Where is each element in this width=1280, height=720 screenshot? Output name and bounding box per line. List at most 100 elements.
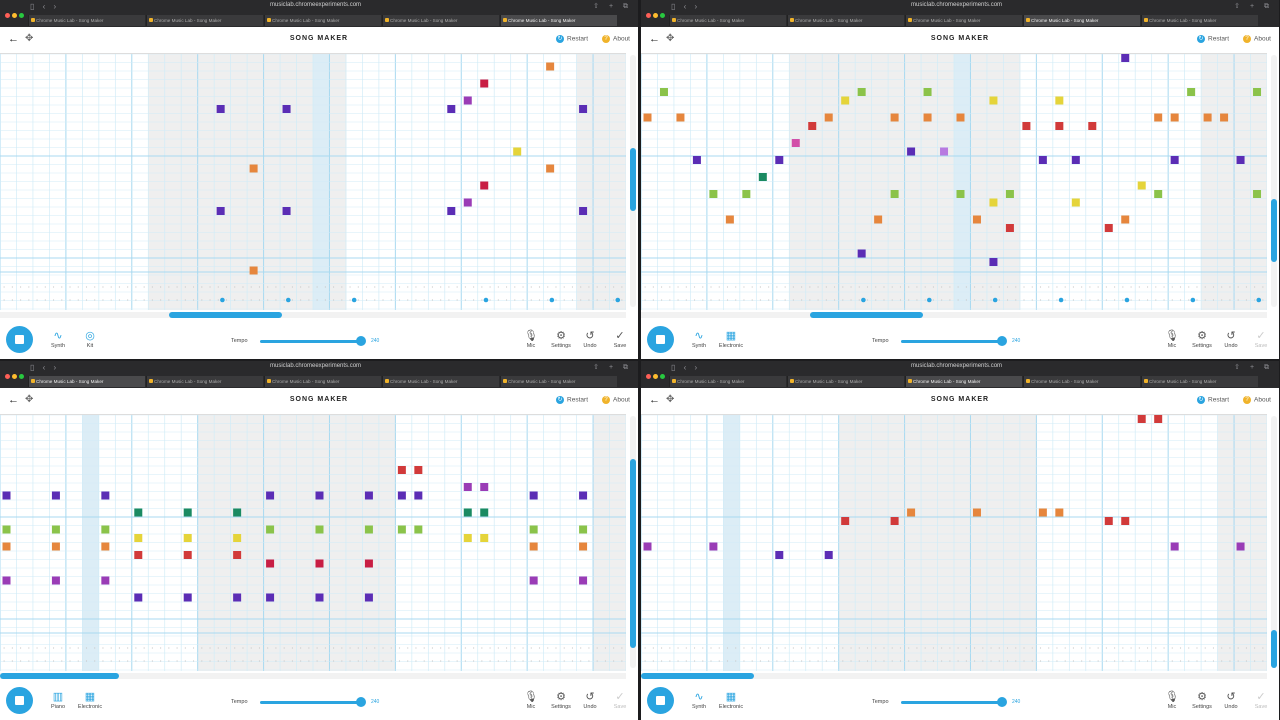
percussion-slot[interactable] (644, 660, 646, 662)
percussion-slot[interactable] (258, 647, 261, 649)
percussion-slot[interactable] (52, 299, 55, 301)
percussion-slot[interactable] (275, 647, 277, 649)
percussion-slot[interactable] (415, 647, 417, 649)
percussion-slot[interactable] (1171, 299, 1173, 301)
percussion-slot[interactable] (759, 299, 762, 301)
percussion-slot[interactable] (11, 286, 13, 288)
percussion-slot[interactable] (192, 660, 195, 662)
percussion-slot[interactable] (423, 299, 425, 301)
note-cell[interactable] (364, 491, 373, 500)
percussion-slot[interactable] (36, 660, 38, 662)
percussion-slot[interactable] (891, 299, 893, 301)
note-cell[interactable] (923, 113, 932, 122)
percussion-slot[interactable] (652, 286, 654, 288)
note-cell[interactable] (579, 525, 588, 534)
percussion-slot[interactable] (1212, 286, 1215, 288)
percussion-slot[interactable] (3, 660, 5, 662)
percussion-slot[interactable] (11, 647, 13, 649)
note-cell[interactable] (233, 534, 242, 542)
note-grid[interactable] (641, 414, 1267, 671)
percussion-slot[interactable] (77, 647, 79, 649)
percussion-slot[interactable] (1015, 660, 1017, 662)
percussion-slot[interactable] (1155, 286, 1157, 288)
percussion-slot[interactable] (332, 647, 335, 649)
note-cell[interactable] (266, 593, 275, 602)
note-cell[interactable] (183, 508, 192, 517)
percussion-slot[interactable] (891, 286, 893, 288)
percussion-slot[interactable] (1171, 286, 1173, 288)
note-cell[interactable] (841, 517, 850, 525)
percussion-slot[interactable] (571, 647, 574, 649)
note-cell[interactable] (101, 491, 110, 500)
percussion-slot[interactable] (1245, 660, 1248, 662)
percussion-slot[interactable] (94, 660, 96, 662)
percussion-slot[interactable] (522, 286, 524, 288)
percussion-slot[interactable] (324, 647, 326, 649)
percussion-slot[interactable] (308, 647, 310, 649)
percussion-slot[interactable] (357, 660, 359, 662)
tempo-slider[interactable] (260, 340, 360, 343)
percussion-slot[interactable] (850, 286, 852, 288)
percussion-slot[interactable] (267, 299, 269, 301)
percussion-slot[interactable] (127, 299, 129, 301)
percussion-slot[interactable] (415, 299, 417, 301)
percussion-slot[interactable] (801, 647, 803, 649)
note-cell[interactable] (643, 113, 652, 122)
percussion-slot[interactable] (308, 286, 310, 288)
percussion-slot[interactable] (982, 660, 984, 662)
percussion-slot[interactable] (891, 647, 893, 649)
percussion-slot[interactable] (19, 660, 22, 662)
browser-tab[interactable]: Chrome Music Lab - Song Maker (146, 376, 263, 387)
percussion-slot[interactable] (965, 660, 967, 662)
percussion-hit[interactable] (220, 297, 225, 303)
vertical-scrollbar[interactable] (630, 55, 636, 307)
note-cell[interactable] (972, 215, 981, 224)
percussion-slot[interactable] (1056, 647, 1058, 649)
browser-tab[interactable]: Chrome Music Lab - Song Maker (905, 376, 1022, 387)
note-cell[interactable] (824, 113, 833, 122)
browser-tab[interactable]: Chrome Music Lab - Song Maker (1141, 15, 1258, 26)
minimize-window-dot[interactable] (653, 374, 658, 379)
percussion-slot[interactable] (160, 299, 162, 301)
percussion-slot[interactable] (817, 647, 819, 649)
note-cell[interactable] (579, 207, 588, 215)
share-newtab-icons[interactable]: ⇧ + ⧉ (593, 2, 632, 11)
percussion-slot[interactable] (1039, 647, 1042, 649)
percussion-slot[interactable] (489, 647, 491, 649)
close-window-dot[interactable] (5, 13, 10, 18)
percussion-slot[interactable] (580, 299, 582, 301)
percussion-slot[interactable] (858, 647, 860, 649)
percussion-slot[interactable] (1089, 660, 1091, 662)
percussion-slot[interactable] (899, 660, 902, 662)
percussion-slot[interactable] (718, 647, 720, 649)
browser-tab[interactable]: Chrome Music Lab - Song Maker (1023, 15, 1140, 26)
percussion-slot[interactable] (710, 660, 712, 662)
percussion-slot[interactable] (160, 647, 162, 649)
percussion-slot[interactable] (184, 299, 186, 301)
note-cell[interactable] (1121, 54, 1130, 62)
save-button[interactable]: ✓ Save (600, 329, 638, 349)
percussion-slot[interactable] (621, 660, 623, 662)
percussion-slot[interactable] (1221, 286, 1223, 288)
percussion-slot[interactable] (530, 647, 532, 649)
browser-tab[interactable]: Chrome Music Lab - Song Maker (787, 376, 904, 387)
rhythm-button[interactable]: ▦ Electronic (711, 690, 751, 710)
percussion-slot[interactable] (538, 286, 541, 288)
percussion-slot[interactable] (448, 299, 450, 301)
percussion-slot[interactable] (825, 647, 827, 649)
browser-tab[interactable]: Chrome Music Lab - Song Maker (1141, 376, 1258, 387)
percussion-slot[interactable] (710, 286, 712, 288)
percussion-slot[interactable] (118, 299, 121, 301)
percussion-slot[interactable] (1138, 647, 1140, 649)
percussion-slot[interactable] (36, 286, 38, 288)
percussion-slot[interactable] (916, 286, 918, 288)
percussion-slot[interactable] (85, 286, 88, 288)
percussion-slot[interactable] (1023, 660, 1025, 662)
percussion-slot[interactable] (588, 647, 590, 649)
percussion-slot[interactable] (883, 647, 885, 649)
browser-tab[interactable]: Chrome Music Lab - Song Maker (264, 15, 381, 26)
note-cell[interactable] (791, 139, 800, 147)
note-cell[interactable] (233, 593, 242, 602)
percussion-slot[interactable] (1163, 647, 1165, 649)
percussion-slot[interactable] (1237, 299, 1239, 301)
